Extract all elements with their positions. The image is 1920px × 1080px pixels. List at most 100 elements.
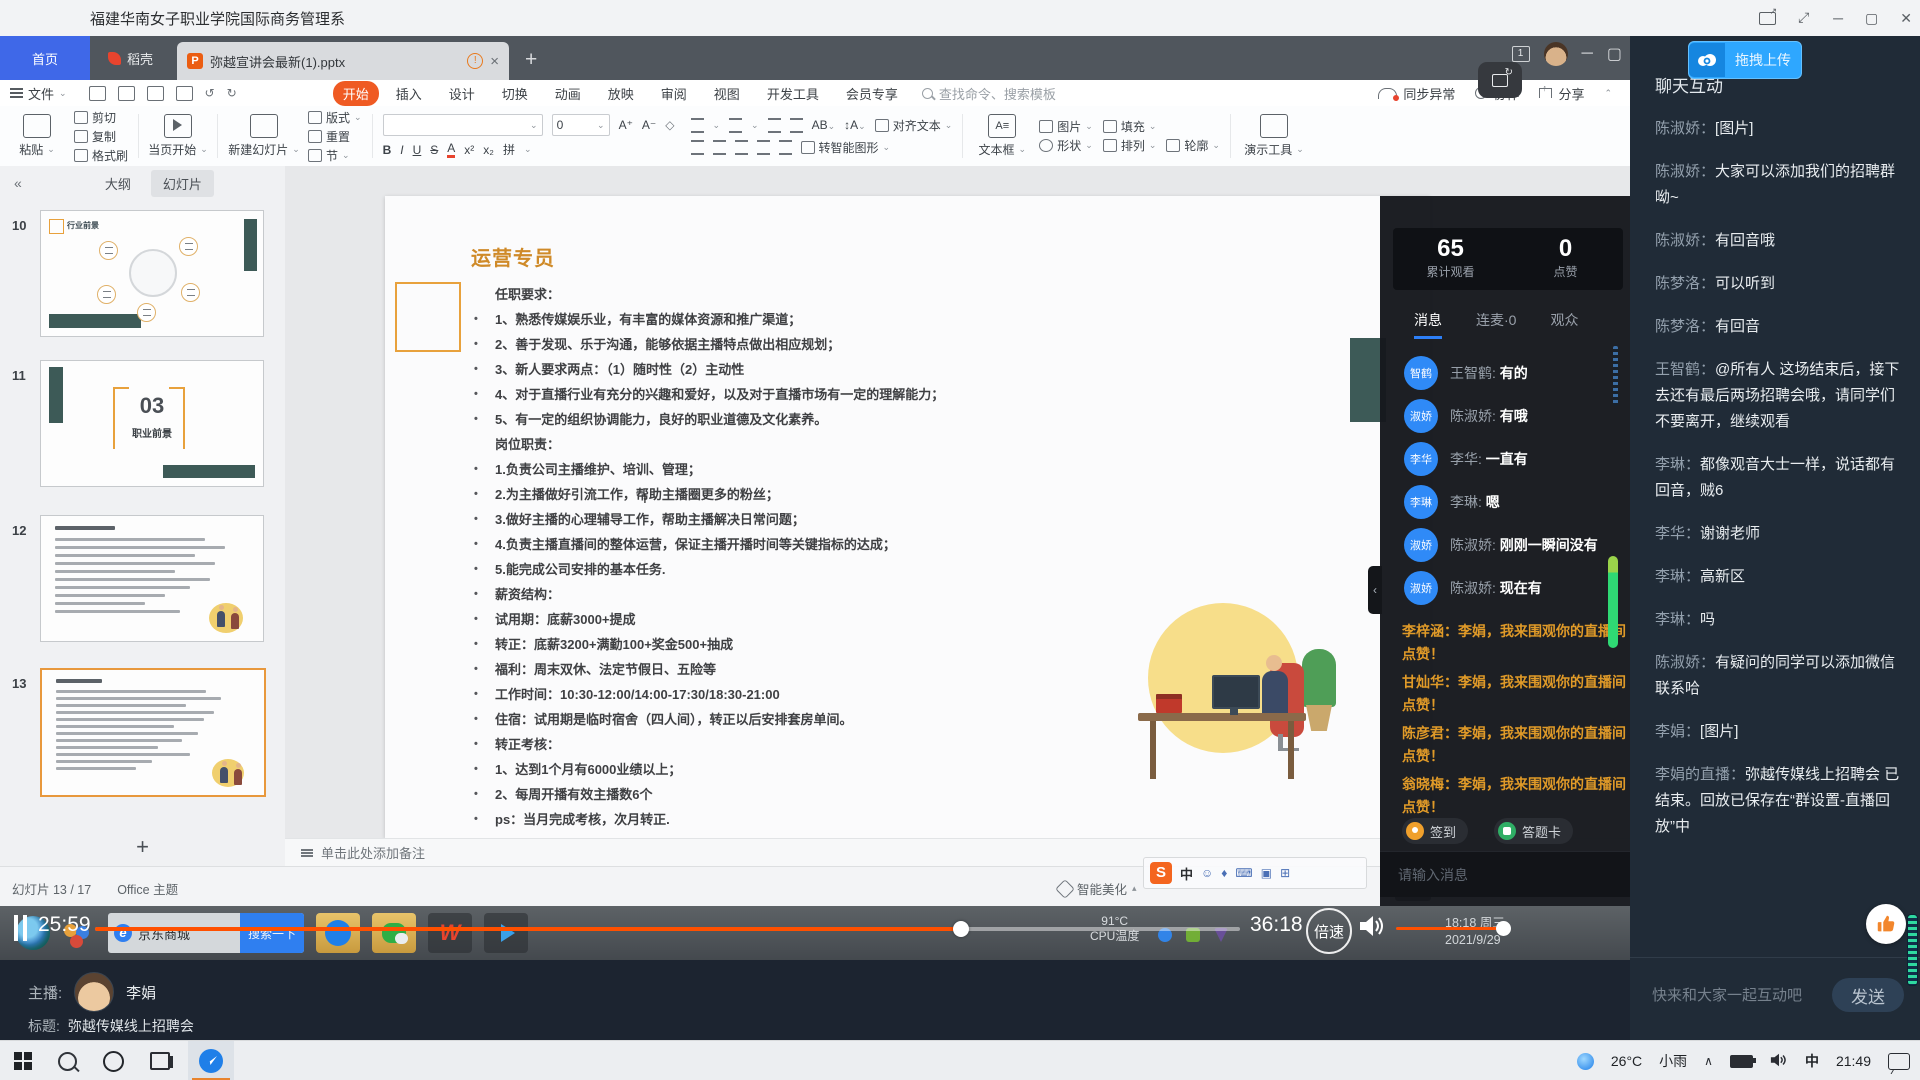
smart-graphic-button[interactable]: 转智能图形⌄ [801, 139, 891, 156]
present-tools-button[interactable]: 演示工具⌄ [1241, 114, 1307, 158]
tab-document[interactable]: P 弥越宣讲会最新(1).pptx ! × [177, 42, 509, 80]
underline-button[interactable]: U [413, 143, 422, 157]
maximize-button[interactable]: ▢ [1865, 10, 1878, 27]
bullet-list-icon[interactable] [691, 118, 704, 133]
live-message-input[interactable]: 请输入消息 [1380, 851, 1630, 897]
tray-expand-icon[interactable]: ∧ [1704, 1054, 1713, 1068]
redo-icon[interactable]: ↻ [227, 86, 237, 101]
ime-emoji-icon[interactable]: ☺ [1201, 866, 1213, 880]
live-tab[interactable]: 观众 [1550, 308, 1578, 339]
volume-slider[interactable] [1396, 927, 1504, 930]
section-button[interactable]: 节⌄ [308, 147, 362, 164]
print-icon[interactable] [147, 86, 164, 101]
font-color-button[interactable]: A [447, 141, 455, 158]
export-icon[interactable] [118, 86, 135, 101]
seek-bar-knob[interactable] [953, 921, 969, 937]
align-justify-icon[interactable] [757, 140, 770, 155]
ribbon-tab[interactable]: 审阅 [651, 81, 697, 106]
save-icon[interactable] [89, 86, 106, 101]
add-slide-button[interactable]: + [0, 834, 285, 860]
volume-knob[interactable] [1496, 921, 1511, 936]
preview-icon[interactable] [176, 86, 193, 101]
collapse-panel-button[interactable]: « [14, 175, 22, 191]
share-button[interactable]: 分享 [1539, 84, 1584, 103]
cut-button[interactable]: 剪切 [74, 109, 128, 126]
outline-tab[interactable]: 大纲 [93, 170, 143, 197]
account-avatar[interactable] [1544, 42, 1568, 66]
slide-thumbnail-10[interactable]: 行业前景 [40, 210, 264, 337]
pinyin-button[interactable]: 拼 [503, 141, 515, 158]
align-right-icon[interactable] [735, 140, 748, 155]
ribbon-tab[interactable]: 放映 [598, 81, 644, 106]
line-spacing-button[interactable]: ↕A⌄ [844, 118, 866, 132]
bold-button[interactable]: B [383, 143, 392, 157]
ribbon-tab[interactable]: 开发工具 [757, 81, 829, 106]
columns-icon[interactable] [779, 140, 792, 155]
command-search[interactable]: 查找命令、搜索模板 [922, 84, 1056, 103]
fullscreen-icon[interactable] [1798, 12, 1811, 25]
netdisk-upload-button[interactable]: 拖拽上传 [1688, 41, 1802, 79]
action-center-icon[interactable] [1888, 1053, 1910, 1070]
new-tab-button[interactable]: + [525, 48, 537, 80]
new-slide-button[interactable]: 新建幻灯片⌄ [228, 114, 300, 158]
subscript-button[interactable]: x₂ [483, 143, 494, 157]
slide-thumbnail-12[interactable] [40, 515, 264, 642]
superscript-button[interactable]: x² [464, 143, 474, 157]
ribbon-tab[interactable]: 开始 [333, 81, 379, 106]
sogou-ime-icon[interactable]: S [1150, 862, 1172, 884]
align-text-button[interactable]: 对齐文本⌄ [875, 117, 953, 134]
ime-keyboard-icon[interactable]: ⌨ [1235, 866, 1252, 880]
layout-button[interactable]: 版式⌄ [308, 109, 362, 126]
chat-input[interactable]: 快来和大家一起互动吧 [1652, 984, 1802, 1005]
wps-minimize-button[interactable]: ─ [1582, 45, 1593, 63]
smart-beautify-button[interactable]: 智能美化▴ [1058, 879, 1137, 898]
file-menu-button[interactable]: 文件 ⌄ [10, 84, 67, 103]
ribbon-tab[interactable]: 动画 [545, 81, 591, 106]
volume-icon[interactable] [1358, 914, 1386, 943]
align-left-icon[interactable] [691, 140, 704, 155]
font-family-combo[interactable]: ⌄ [383, 114, 543, 136]
message-scrollbar[interactable] [1613, 346, 1618, 406]
ime-skin-icon[interactable]: ▣ [1261, 866, 1272, 880]
ime-mode[interactable]: 中 [1180, 864, 1193, 883]
ribbon-tab[interactable]: 视图 [704, 81, 750, 106]
send-button[interactable]: 发送 [1832, 978, 1904, 1012]
text-direction-button[interactable]: AB⌄ [812, 118, 836, 132]
taskbar-search-icon[interactable] [58, 1052, 77, 1071]
sync-status-button[interactable]: 同步异常 [1378, 84, 1455, 103]
clear-format-icon[interactable]: ◇ [665, 118, 674, 132]
wps-maximize-button[interactable]: ▢ [1607, 44, 1622, 64]
answer-card-button[interactable]: 答题卡 [1494, 818, 1573, 844]
tray-app-icon[interactable] [1577, 1053, 1594, 1070]
active-app-tile[interactable] [188, 1041, 234, 1080]
fill-button[interactable]: 填充⌄ [1103, 118, 1157, 135]
seek-bar[interactable] [95, 927, 1240, 931]
task-view-icon[interactable] [150, 1052, 170, 1070]
slides-tab[interactable]: 幻灯片 [151, 170, 214, 197]
ime-mic-icon[interactable]: ♦ [1221, 866, 1227, 880]
strikethrough-button[interactable]: S [430, 143, 438, 157]
clock[interactable]: 21:49 [1836, 1053, 1871, 1069]
arrange-button[interactable]: 排列⌄ [1103, 137, 1157, 154]
reset-button[interactable]: 重置 [308, 128, 362, 145]
live-tab[interactable]: 连麦·0 [1476, 308, 1516, 339]
slide-thumbnail-13-selected[interactable] [40, 668, 266, 797]
italic-button[interactable]: I [400, 143, 403, 157]
textbox-button[interactable]: A≡ 文本框⌄ [973, 114, 1031, 158]
screen-rotate-float-button[interactable] [1478, 62, 1522, 98]
playback-speed-button[interactable]: 倍速 [1306, 908, 1352, 954]
copy-button[interactable]: 复制 [74, 128, 128, 145]
slide-thumbnail-11[interactable]: 03 职业前景 [40, 360, 264, 487]
font-size-combo[interactable]: 0⌄ [552, 114, 610, 136]
tab-home[interactable]: 首页 [0, 36, 90, 80]
ribbon-tab[interactable]: 设计 [439, 81, 485, 106]
shapes-button[interactable]: 形状⌄ [1039, 137, 1093, 154]
number-list-icon[interactable] [729, 118, 742, 133]
indent-increase-icon[interactable] [790, 118, 803, 133]
ribbon-tab[interactable]: 插入 [386, 81, 432, 106]
play-from-current-button[interactable]: 当页开始⌄ [149, 114, 207, 158]
live-tab[interactable]: 消息 [1414, 308, 1442, 339]
minimize-button[interactable]: ─ [1833, 10, 1843, 26]
format-painter-button[interactable]: 格式刷 [74, 147, 128, 164]
picture-button[interactable]: 图片⌄ [1039, 118, 1093, 135]
